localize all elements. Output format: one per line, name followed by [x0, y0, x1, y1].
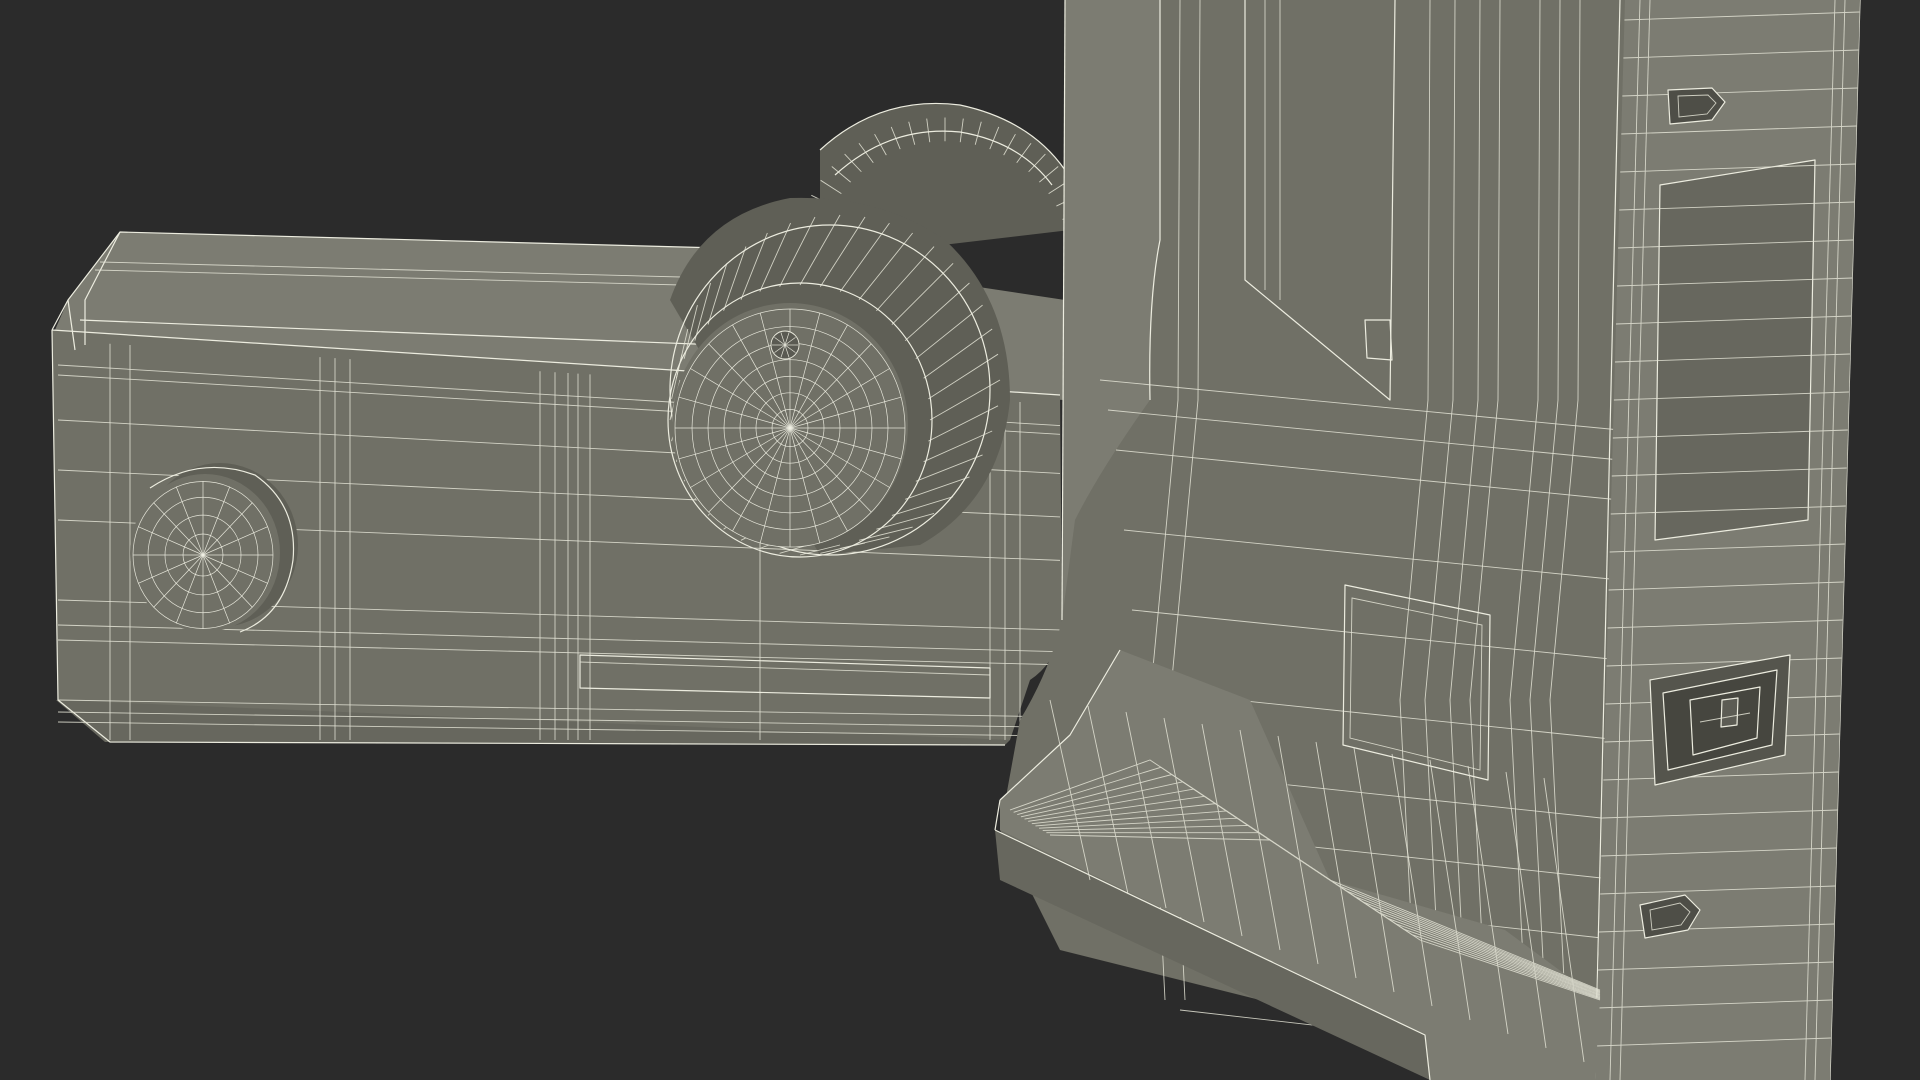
large-knob — [667, 197, 1010, 558]
render-viewport — [0, 0, 1920, 1080]
side-panel — [1595, 0, 1860, 1080]
wireframe-render — [51, 0, 1861, 1080]
